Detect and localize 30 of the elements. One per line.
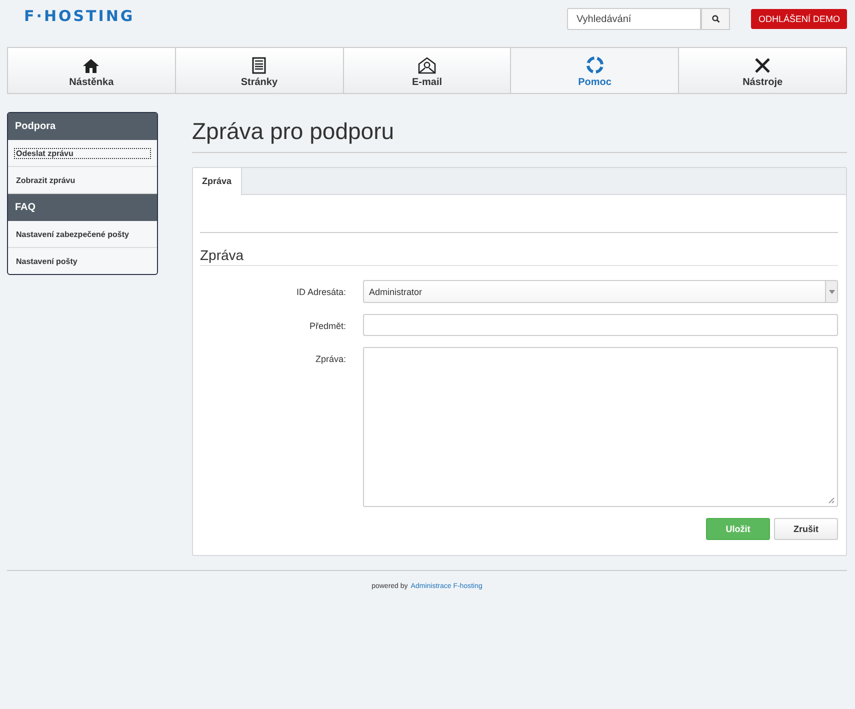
nav-tab[interactable]: Nástěnka — [8, 48, 175, 93]
search-icon — [712, 15, 720, 23]
sidebar-item[interactable]: Odeslat zprávu — [8, 140, 157, 167]
document-icon — [252, 57, 266, 74]
home-icon — [82, 58, 100, 74]
nav-tab[interactable]: Pomoc — [510, 48, 678, 93]
sidebar-item[interactable]: Nastavení pošty — [8, 248, 157, 274]
recipient-dropdown[interactable]: Administrator — [363, 280, 838, 303]
search-field[interactable]: Vyhledávání — [567, 8, 702, 30]
sidebar-header: FAQ — [8, 194, 157, 221]
message-textarea[interactable] — [363, 347, 838, 507]
dropdown-arrow-icon — [828, 290, 834, 294]
lifebuoy-icon — [586, 56, 604, 74]
sidebar-item[interactable]: Nastavení zabezpečené pošty — [8, 221, 157, 248]
logo[interactable]: F·HOSTING — [24, 7, 135, 25]
page-title: Zpráva pro podporu — [192, 112, 847, 153]
field-label: ID Adresáta: — [295, 286, 346, 299]
panel-tab[interactable]: Zpráva — [193, 168, 242, 195]
cancel-button[interactable]: Zrušit — [774, 518, 838, 540]
subject-input[interactable] — [363, 314, 838, 336]
field-label: Zpráva: — [314, 353, 346, 366]
sidebar-header: Podpora — [8, 113, 157, 140]
field-label: Předmět: — [308, 320, 346, 333]
resize-grip-icon — [828, 497, 835, 504]
nav-tab[interactable]: Nástroje — [678, 48, 846, 93]
envelope-icon — [418, 57, 436, 74]
section-title: Zpráva — [200, 232, 838, 266]
search-button[interactable] — [701, 8, 730, 30]
nav-tab[interactable]: Stránky — [174, 48, 343, 93]
logout-button[interactable]: ODHLÁŠENÍ DEMO — [751, 9, 847, 29]
